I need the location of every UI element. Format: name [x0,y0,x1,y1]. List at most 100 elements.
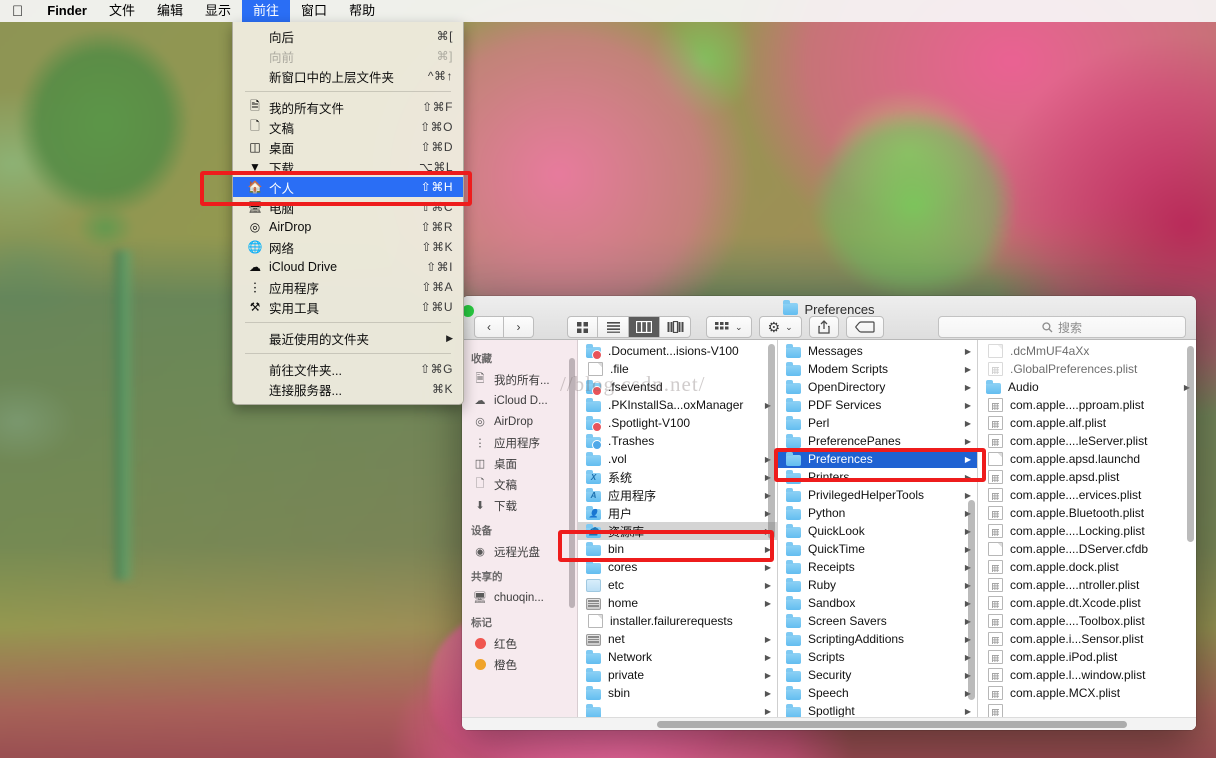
column-view-button[interactable] [629,316,660,338]
file-row[interactable]: com.apple.MCX.plist [978,684,1196,702]
tag-button[interactable] [845,316,884,338]
menu-item-go-to-folder[interactable]: 前往文件夹... ⇧⌘G [233,359,463,379]
file-row[interactable]: net ▶ [578,630,777,648]
apple-logo-icon[interactable]:  [0,4,36,19]
file-row[interactable]: .file [578,360,777,378]
menu-item-utilities[interactable]: ⚒ 实用工具 ⇧⌘U [233,297,463,317]
menu-item-back[interactable]: 向后 ⌘[ [233,26,463,46]
menu-item-recent-folders[interactable]: 最近使用的文件夹 ▶ [233,328,463,348]
file-row[interactable]: Messages ▶ [778,342,977,360]
file-row[interactable]: com.apple....ervices.plist [978,486,1196,504]
file-row-library-selected[interactable]: 🏛资源库▶ [578,522,777,540]
menu-finder[interactable]: Finder [36,0,98,22]
file-row[interactable]: com.apple.i...Sensor.plist [978,630,1196,648]
menu-edit[interactable]: 编辑 [146,0,194,22]
file-row[interactable]: .PKInstallSa...oxManager▶ [578,396,777,414]
file-row-preferences-selected[interactable]: Preferences ▶ [778,450,977,468]
file-row[interactable]: Sandbox▶ [778,594,977,612]
file-row[interactable]: .vol▶ [578,450,777,468]
sidebar-item-all-my-files[interactable]: 🗎 我的所有... [462,369,577,390]
sidebar-item-applications[interactable]: ︙ 应用程序 [462,432,577,453]
menu-item-computer[interactable]: 🖥 电脑 ⇧⌘C [233,197,463,217]
icon-view-button[interactable] [567,316,598,338]
sidebar-item-downloads[interactable]: ⬇ 下载 [462,495,577,516]
file-row[interactable]: com.apple.apsd.plist [978,468,1196,486]
sidebar-item-airdrop[interactable]: ◎ AirDrop [462,411,577,432]
sidebar-item-tag-red[interactable]: 红色 [462,633,577,654]
file-row[interactable]: com.apple.apsd.launchd [978,450,1196,468]
file-row[interactable]: ScriptingAdditions▶ [778,630,977,648]
coverflow-view-button[interactable] [660,316,691,338]
file-row[interactable]: Audio▶ [978,378,1196,396]
root-column-scrollbar[interactable] [768,344,775,539]
library-column-scrollbar[interactable] [968,500,975,700]
file-row[interactable]: com.apple.dock.plist [978,558,1196,576]
file-row[interactable]: PrivilegedHelperTools ▶ [778,486,977,504]
forward-button[interactable]: › [504,316,534,338]
list-view-button[interactable] [598,316,629,338]
file-row[interactable]: com.apple....Toolbox.plist [978,612,1196,630]
menu-item-home[interactable]: 🏠 个人 ⇧⌘H [233,177,463,197]
file-row[interactable]: installer.failurerequests [578,612,777,630]
file-row[interactable]: sbin ▶ [578,684,777,702]
menu-item-enclosing-folder[interactable]: 新窗口中的上层文件夹 ^⌘↑ [233,66,463,86]
file-row[interactable]: Network ▶ [578,648,777,666]
menu-go[interactable]: 前往 [242,0,291,22]
menu-item-icloud-drive[interactable]: ☁ iCloud Drive ⇧⌘I [233,257,463,277]
file-row[interactable]: Speech▶ [778,684,977,702]
action-button[interactable]: ⚙ ⌄ [758,316,802,338]
file-row[interactable]: private ▶ [578,666,777,684]
sidebar-item-documents[interactable]: 🗋 文稿 [462,474,577,495]
file-row[interactable]: QuickTime▶ [778,540,977,558]
file-row[interactable]: Screen Savers▶ [778,612,977,630]
file-row[interactable]: com.apple.iPod.plist [978,648,1196,666]
file-row[interactable]: com.apple.alf.plist [978,414,1196,432]
file-row[interactable]: com.apple....pproam.plist [978,396,1196,414]
menu-view[interactable]: 显示 [194,0,242,22]
sidebar-item-shared-computer[interactable]: 🖥 chuoqin... [462,587,577,608]
menu-item-documents[interactable]: 🗋 文稿 ⇧⌘O [233,117,463,137]
file-row[interactable]: Security▶ [778,666,977,684]
file-row[interactable]: com.apple....ntroller.plist [978,576,1196,594]
menu-help[interactable]: 帮助 [338,0,386,22]
file-row[interactable]: cores ▶ [578,558,777,576]
preferences-column-scrollbar[interactable] [1187,346,1194,542]
file-row[interactable]: com.apple....leServer.plist [978,432,1196,450]
menu-item-downloads[interactable]: ▼ 下载 ⌥⌘L [233,157,463,177]
sidebar-item-desktop[interactable]: ◫ 桌面 [462,453,577,474]
menu-item-all-my-files[interactable]: 🗎 我的所有文件 ⇧⌘F [233,97,463,117]
file-row[interactable]: .Trashes [578,432,777,450]
file-row[interactable]: .GlobalPreferences.plist [978,360,1196,378]
file-row[interactable]: com.apple.Bluetooth.plist [978,504,1196,522]
arrange-button[interactable]: ⌄ [706,316,752,338]
file-row[interactable]: com.apple....Locking.plist [978,522,1196,540]
sidebar-item-remote-disc[interactable]: ◉ 远程光盘 [462,541,577,562]
search-field[interactable]: 搜索 [938,316,1186,338]
file-row[interactable]: Printers ▶ [778,468,977,486]
menu-item-desktop[interactable]: ◫ 桌面 ⇧⌘D [233,137,463,157]
horizontal-scrollbar[interactable] [462,717,1196,730]
menu-item-airdrop[interactable]: ◎ AirDrop ⇧⌘R [233,217,463,237]
file-row[interactable]: Receipts▶ [778,558,977,576]
file-row[interactable]: .fseventsd [578,378,777,396]
file-row[interactable]: A应用程序▶ [578,486,777,504]
file-row[interactable]: Ruby▶ [778,576,977,594]
file-row[interactable]: home ▶ [578,594,777,612]
file-row[interactable]: com.apple.dt.Xcode.plist [978,594,1196,612]
file-row[interactable]: 👤用户▶ [578,504,777,522]
file-row[interactable]: Modem Scripts ▶ [778,360,977,378]
sidebar-scrollbar[interactable] [569,358,575,608]
file-row[interactable]: .Spotlight-V100 [578,414,777,432]
file-row[interactable]: Python▶ [778,504,977,522]
sidebar-item-tag-orange[interactable]: 橙色 [462,654,577,675]
back-button[interactable]: ‹ [474,316,504,338]
file-row[interactable]: X系统▶ [578,468,777,486]
sidebar-item-icloud-drive[interactable]: ☁ iCloud D... [462,390,577,411]
menu-window[interactable]: 窗口 [290,0,338,22]
file-row[interactable]: OpenDirectory ▶ [778,378,977,396]
file-row[interactable]: etc ▶ [578,576,777,594]
file-row[interactable]: PreferencePanes ▶ [778,432,977,450]
file-row[interactable]: QuickLook▶ [778,522,977,540]
menu-item-applications[interactable]: ︙ 应用程序 ⇧⌘A [233,277,463,297]
file-row[interactable]: Perl ▶ [778,414,977,432]
